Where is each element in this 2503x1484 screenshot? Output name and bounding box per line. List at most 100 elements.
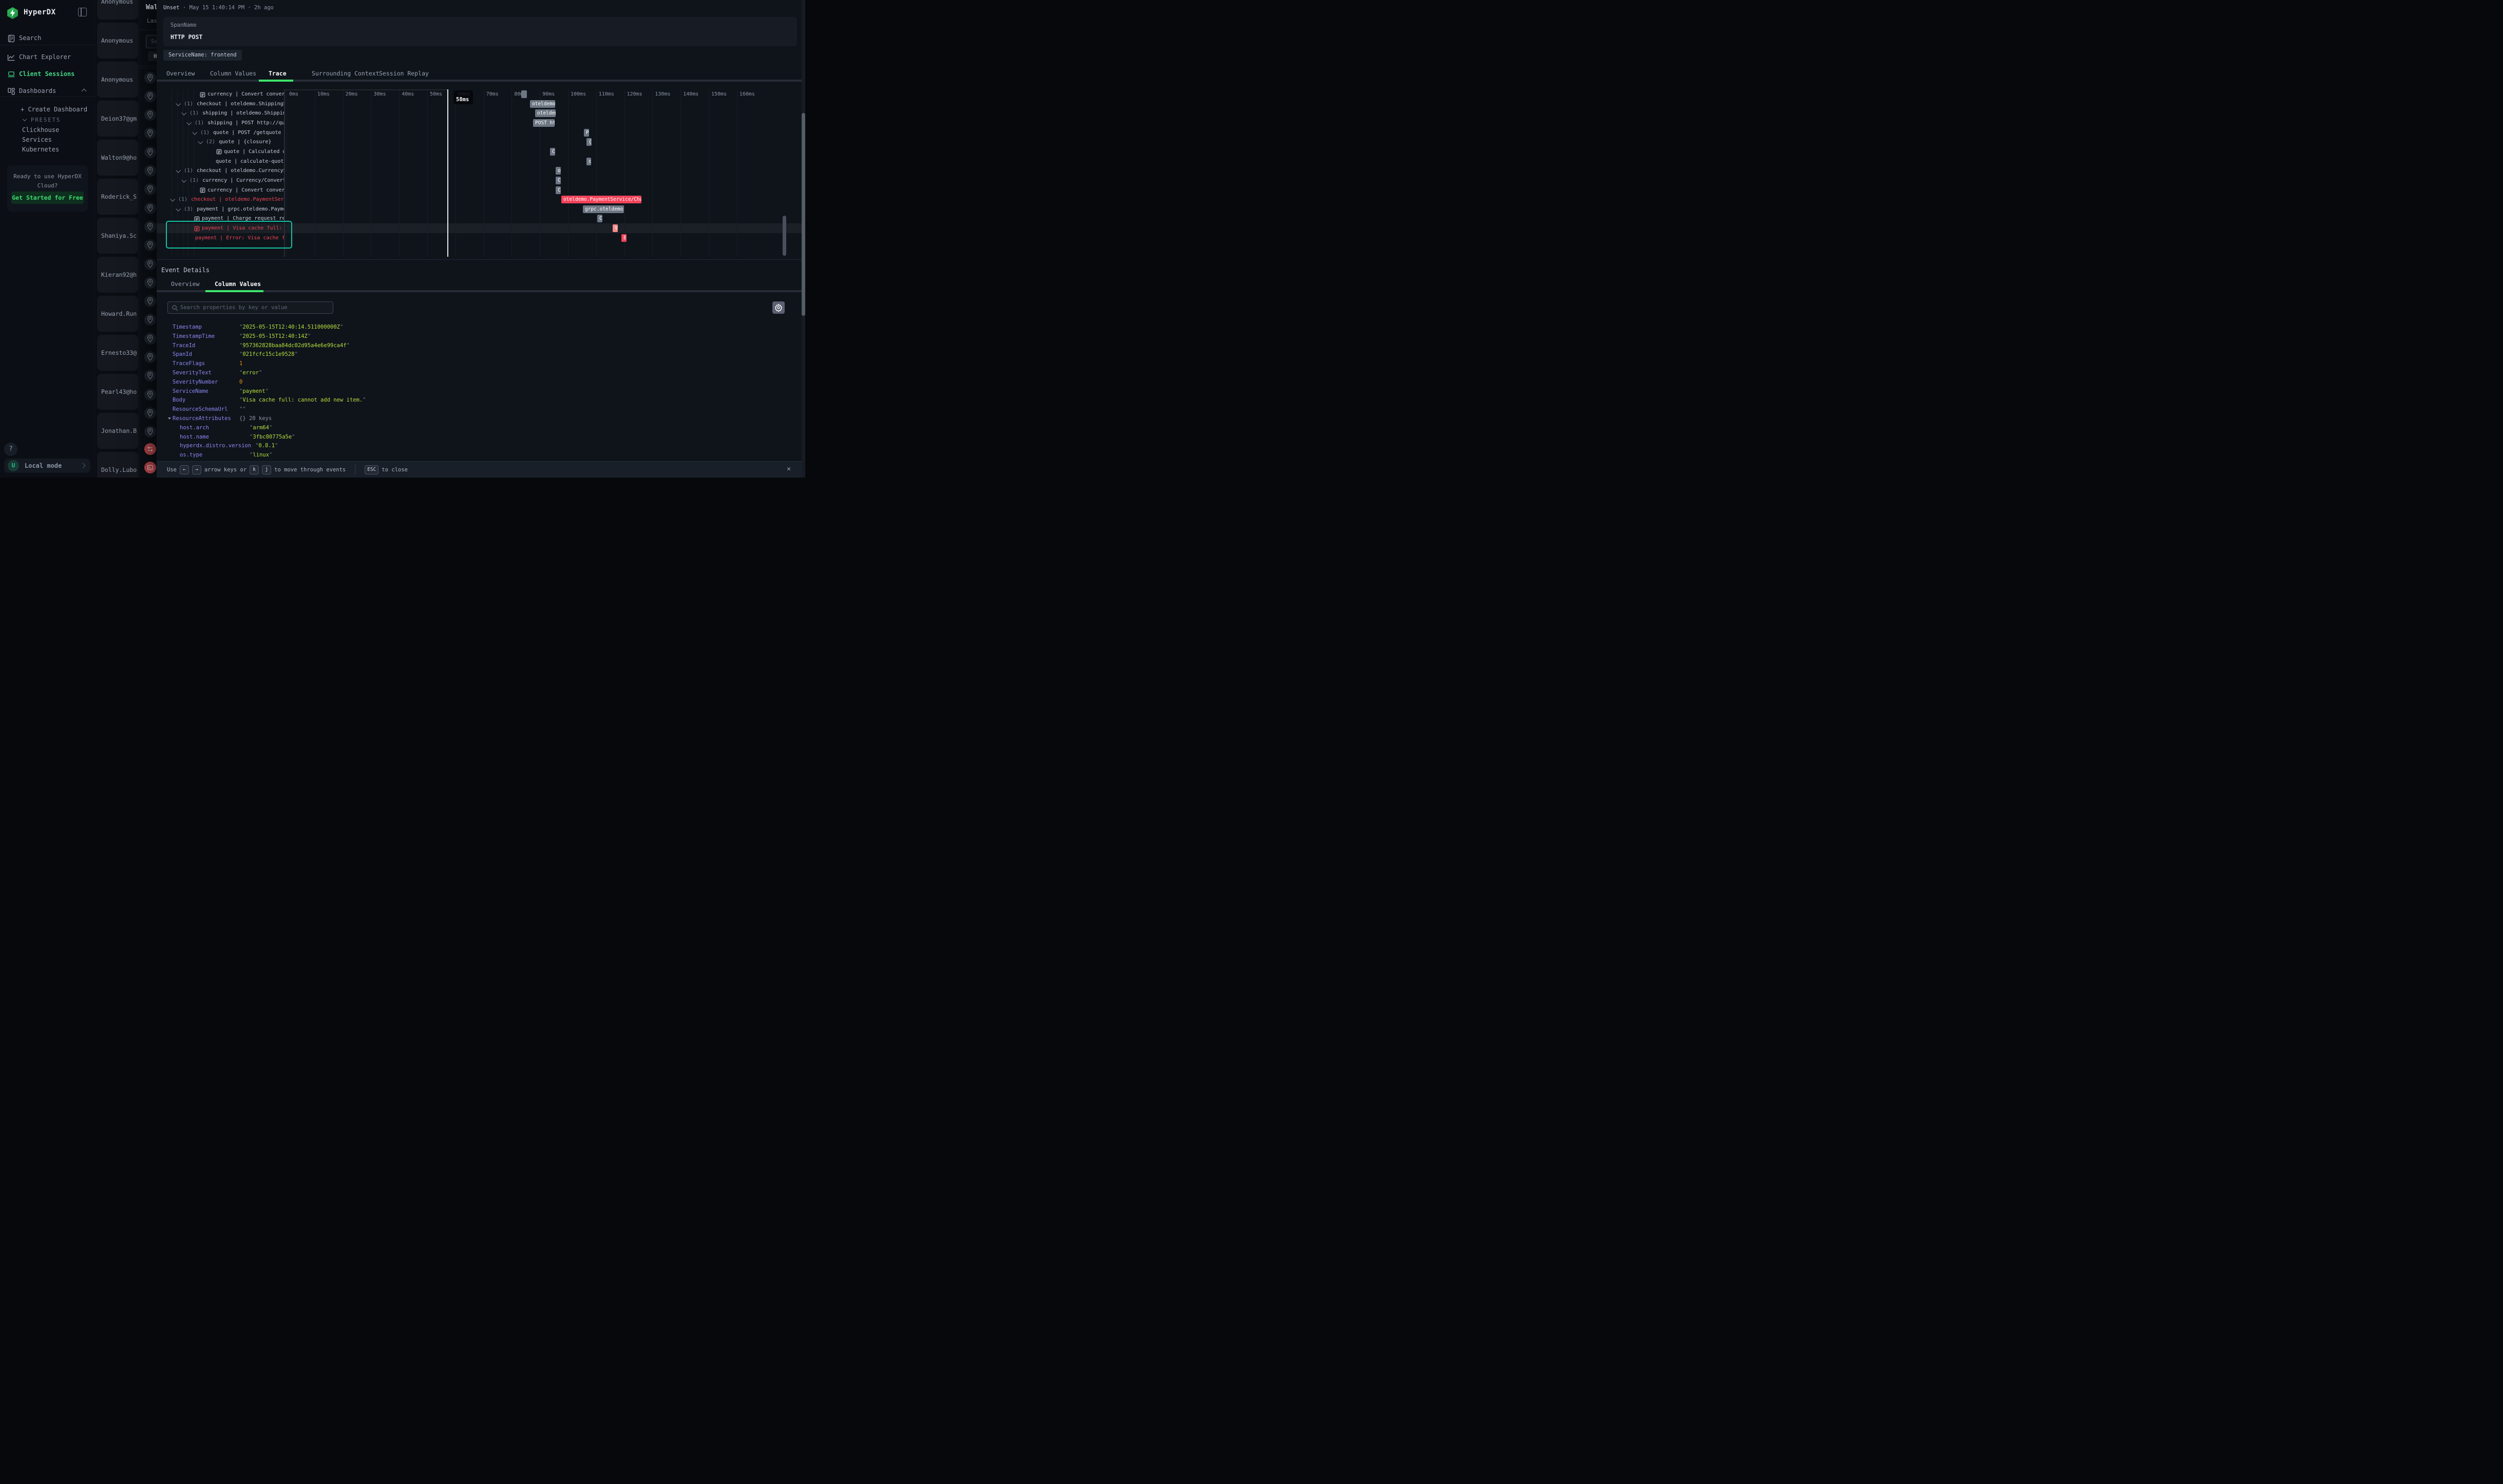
map-pin-icon[interactable] — [144, 165, 156, 177]
session-card[interactable]: Pearl43@ho — [97, 374, 138, 410]
span-duration-bar[interactable] — [521, 90, 527, 98]
session-card[interactable]: Roderick_S — [97, 179, 138, 215]
close-icon[interactable]: ✕ — [787, 465, 791, 473]
help-button[interactable]: ? — [4, 443, 17, 456]
session-filter-chip[interactable]: H — [148, 51, 157, 61]
span-duration-bar[interactable]: oteldemo — [535, 109, 556, 117]
event-tab-column-values[interactable]: Column Values — [215, 280, 261, 288]
property-row[interactable]: ServiceName"payment" — [173, 387, 795, 396]
chevron-down-icon[interactable] — [192, 129, 197, 135]
property-row[interactable]: TimestampTime"2025-05-15T12:40:14Z" — [173, 332, 795, 341]
presets-section-label[interactable]: PRESETS — [23, 117, 61, 123]
sidebar-item-chart-explorer[interactable]: Chart Explorer — [0, 51, 95, 64]
span-duration-bar[interactable]: C — [556, 186, 561, 194]
property-row[interactable]: ResourceAttributes{} 20 keys — [173, 414, 795, 423]
tab-trace[interactable]: Trace — [269, 70, 287, 77]
local-mode-button[interactable]: U Local mode — [4, 459, 90, 473]
chevron-down-icon[interactable] — [176, 101, 181, 106]
trace-span-row[interactable]: payment | Charge request rec… — [157, 214, 284, 223]
event-tab-overview[interactable]: Overview — [171, 280, 199, 288]
trace-span-row[interactable]: (1)currency | Currency/Convert — [157, 176, 284, 185]
span-duration-bar[interactable]: V — [613, 224, 618, 232]
property-row[interactable]: SpanId"021fcfc15c1e9528" — [173, 350, 795, 359]
drawer-scrollbar[interactable] — [802, 113, 805, 316]
create-dashboard-button[interactable]: + Create Dashboard — [21, 106, 87, 113]
sidebar-item-services[interactable]: Services — [22, 136, 52, 143]
chevron-down-icon[interactable] — [181, 178, 186, 183]
span-duration-bar[interactable]: E — [621, 234, 627, 242]
trace-span-row[interactable]: payment | Error: Visa cache ful… — [157, 233, 284, 243]
trace-span-row[interactable]: (1)checkout | oteldemo.PaymentServi… — [157, 195, 284, 204]
session-card[interactable]: Walton9@ho — [97, 140, 138, 176]
tab-surrounding-context[interactable]: Surrounding Context — [312, 70, 380, 77]
terminal-event-icon[interactable] — [144, 462, 156, 473]
session-card[interactable]: Dolly.Lubo — [97, 452, 138, 478]
service-name-chip[interactable]: ServiceName: frontend — [163, 50, 242, 61]
session-card[interactable]: Deion37@gm — [97, 101, 138, 137]
map-pin-icon[interactable] — [144, 258, 156, 270]
chevron-down-icon[interactable] — [186, 120, 192, 125]
trace-span-row[interactable]: (1)shipping | oteldemo.Shipping… — [157, 108, 284, 118]
map-pin-icon[interactable] — [144, 295, 156, 307]
property-row[interactable]: TraceId"957362828baa84dc02d95a4e6e99ca4f… — [173, 341, 795, 350]
map-pin-icon[interactable] — [144, 333, 156, 345]
sidebar-collapse-icon[interactable] — [78, 8, 87, 16]
get-started-button[interactable]: Get Started for Free — [11, 192, 84, 204]
tab-column-values[interactable]: Column Values — [210, 70, 256, 77]
span-duration-bar[interactable]: oteldemo.PaymentService/Char — [561, 196, 641, 203]
map-pin-icon[interactable] — [144, 109, 156, 121]
trace-span-row[interactable]: (1)checkout | oteldemo.CurrencySe… — [157, 166, 284, 176]
property-search-input[interactable] — [180, 302, 330, 313]
span-duration-bar[interactable]: C — [550, 148, 555, 156]
property-row[interactable]: Body"Visa cache full: cannot add new ite… — [173, 395, 795, 405]
map-pin-icon[interactable] — [144, 90, 156, 102]
trace-span-row[interactable]: currency | Convert convers… — [157, 185, 284, 195]
property-row[interactable]: ResourceSchemaUrl"" — [173, 405, 795, 414]
span-duration-bar[interactable]: POST ht — [533, 119, 555, 127]
chevron-down-icon[interactable] — [176, 168, 181, 173]
sidebar-item-clickhouse[interactable]: Clickhouse — [22, 126, 59, 134]
session-card[interactable]: Kieran92@h — [97, 257, 138, 293]
chevron-down-icon[interactable] — [198, 139, 203, 144]
session-card[interactable]: Ernesto33@ — [97, 335, 138, 371]
span-duration-bar[interactable]: C — [556, 177, 561, 184]
span-duration-bar[interactable]: o — [556, 167, 561, 175]
map-pin-icon[interactable] — [144, 202, 156, 214]
span-duration-bar[interactable]: grpc.oteldemo. — [583, 205, 624, 213]
property-row[interactable]: Timestamp"2025-05-15T12:40:14.511000000Z… — [173, 322, 795, 332]
property-row[interactable]: hyperdx.distro.version"0.8.1" — [180, 441, 795, 450]
session-card[interactable]: Jonathan.B — [97, 413, 138, 449]
trace-span-row[interactable]: (1)shipping | POST http://quo… — [157, 118, 284, 128]
trace-span-row[interactable]: payment | Visa cache full: c… — [157, 223, 284, 233]
trace-span-row[interactable]: quote | calculate-quote — [157, 157, 284, 166]
sidebar-item-client-sessions[interactable]: Client Sessions — [0, 68, 95, 81]
map-pin-icon[interactable] — [144, 72, 156, 84]
session-card[interactable]: Howard.Run — [97, 296, 138, 332]
trace-span-row[interactable]: (2)quote | {closure} — [157, 137, 284, 147]
chevron-down-icon[interactable] — [176, 206, 181, 212]
map-pin-icon[interactable] — [144, 146, 156, 158]
session-card[interactable]: Anonymous — [97, 62, 138, 98]
trace-scrollbar[interactable] — [783, 216, 786, 256]
session-card[interactable]: Anonymous — [97, 0, 138, 20]
tab-session-replay[interactable]: Session Replay — [379, 70, 429, 77]
span-duration-bar[interactable]: oteldemo. — [530, 100, 555, 108]
trace-span-row[interactable]: (3)payment | grpc.oteldemo.Paymen… — [157, 204, 284, 214]
property-row[interactable]: SeverityNumber0 — [173, 377, 795, 387]
property-row[interactable]: host.arch"arm64" — [180, 423, 795, 432]
chevron-down-icon[interactable] — [170, 197, 175, 202]
chevron-down-icon[interactable] — [181, 110, 186, 116]
property-row[interactable]: host.name"3fbc80775a5e" — [180, 432, 795, 442]
map-pin-icon[interactable] — [144, 389, 156, 401]
session-card[interactable]: Shaniya.Sc — [97, 218, 138, 254]
sidebar-item-search[interactable]: Search — [0, 32, 95, 45]
span-duration-bar[interactable]: c — [586, 158, 591, 165]
map-pin-icon[interactable] — [144, 221, 156, 233]
span-duration-bar[interactable]: { — [586, 138, 592, 146]
trace-span-row[interactable]: quote | Calculated q… — [157, 147, 284, 157]
span-duration-bar[interactable]: P — [584, 129, 589, 137]
trace-span-row[interactable]: currency | Convert convers… — [157, 89, 284, 99]
property-row[interactable]: TraceFlags1 — [173, 359, 795, 368]
sidebar-item-kubernetes[interactable]: Kubernetes — [22, 146, 59, 153]
tab-overview[interactable]: Overview — [166, 70, 195, 77]
